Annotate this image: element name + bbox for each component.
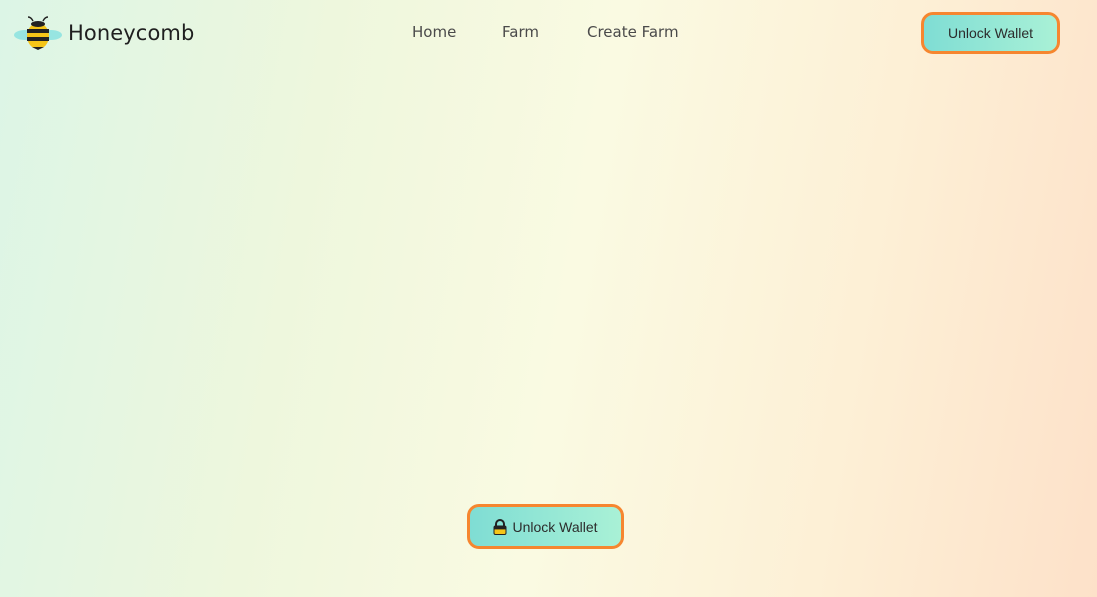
lock-icon: [493, 518, 507, 535]
logo[interactable]: Honeycomb: [14, 15, 194, 51]
top-header: Honeycomb Home Farm Create Farm Unlock W…: [0, 0, 1097, 70]
header-unlock-wallet-label: Unlock Wallet: [947, 25, 1034, 41]
nav-create-farm-link[interactable]: Create Farm: [587, 23, 679, 41]
nav-home-link[interactable]: Home: [412, 23, 456, 41]
app-name: Honeycomb: [68, 21, 195, 45]
header-unlock-wallet-button[interactable]: Unlock Wallet: [921, 12, 1060, 54]
nav-farm-link[interactable]: Farm: [502, 23, 539, 41]
bee-icon: [14, 16, 62, 50]
main-unlock-wallet-button[interactable]: Unlock Wallet: [467, 504, 624, 549]
main-unlock-wallet-label: Unlock Wallet: [512, 518, 598, 535]
